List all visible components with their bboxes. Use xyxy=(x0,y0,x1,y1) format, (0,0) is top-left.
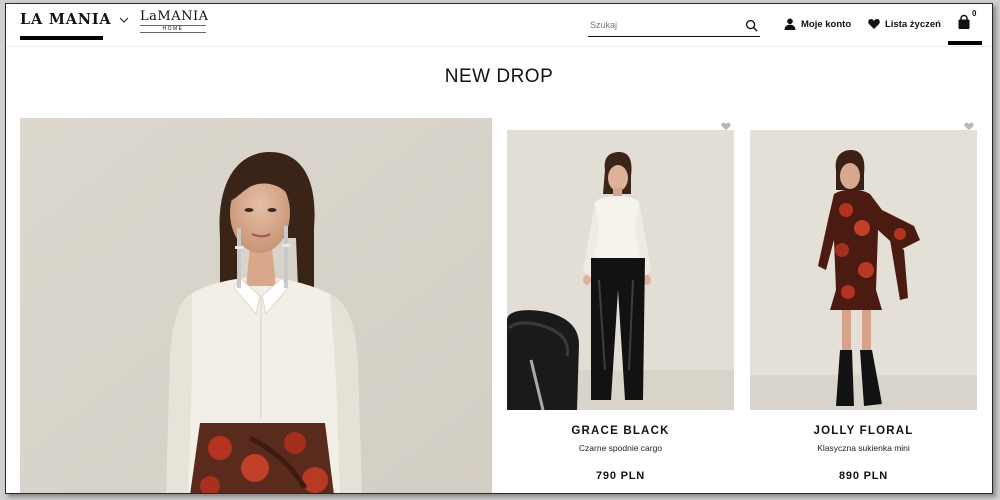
cart-indicator xyxy=(948,41,982,45)
active-brand-indicator xyxy=(20,36,103,40)
product-image[interactable] xyxy=(750,130,977,410)
logo-la-mania[interactable]: LA MANIA xyxy=(20,11,111,28)
account-link[interactable]: Moje konto xyxy=(784,18,851,30)
logo-la-mania-home[interactable]: LaMANIA HOME xyxy=(140,9,209,33)
product-description: Czarne spodnie cargo xyxy=(578,443,663,453)
chevron-down-icon[interactable] xyxy=(119,15,129,25)
heart-icon xyxy=(868,19,880,29)
product-price: 790 PLN xyxy=(595,470,645,482)
logo-home-wordmark: LaMANIA xyxy=(140,9,209,24)
search-icon[interactable] xyxy=(745,19,758,32)
product-name[interactable]: JOLLY FLORAL xyxy=(750,425,977,437)
section-title: NEW DROP xyxy=(444,66,554,87)
heart-icon[interactable] xyxy=(721,122,731,131)
search-input[interactable] xyxy=(588,19,738,30)
browser-page: LA MANIA LaMANIA HOME Moje konto xyxy=(5,3,993,494)
brand-switcher[interactable]: LA MANIA xyxy=(20,11,129,28)
product-description: Klasyczna sukienka mini xyxy=(817,443,910,453)
site-header: LA MANIA LaMANIA HOME Moje konto xyxy=(6,4,992,47)
product-photo-jolly-floral xyxy=(750,130,977,410)
product-photo-grace-black xyxy=(507,130,734,410)
cart-count-badge: 0 xyxy=(972,9,977,18)
shopping-bag-icon[interactable] xyxy=(956,14,972,30)
heart-icon[interactable] xyxy=(964,122,974,131)
wishlist-link[interactable]: Lista życzeń xyxy=(868,18,941,30)
product-price: 890 PLN xyxy=(838,470,888,482)
account-label: Moje konto xyxy=(801,18,852,30)
product-card[interactable]: GRACE BLACK Czarne spodnie cargo 790 PLN xyxy=(507,130,734,482)
search-bar xyxy=(588,13,760,37)
product-image[interactable] xyxy=(507,130,734,410)
hero-image[interactable] xyxy=(20,118,492,493)
product-name[interactable]: GRACE BLACK xyxy=(507,425,734,437)
hero-photo-model xyxy=(20,118,492,493)
product-card[interactable]: JOLLY FLORAL Klasyczna sukienka mini 890… xyxy=(750,130,977,482)
user-icon xyxy=(784,18,796,30)
wishlist-label: Lista życzeń xyxy=(885,18,941,30)
logo-home-subtitle: HOME xyxy=(140,25,206,33)
